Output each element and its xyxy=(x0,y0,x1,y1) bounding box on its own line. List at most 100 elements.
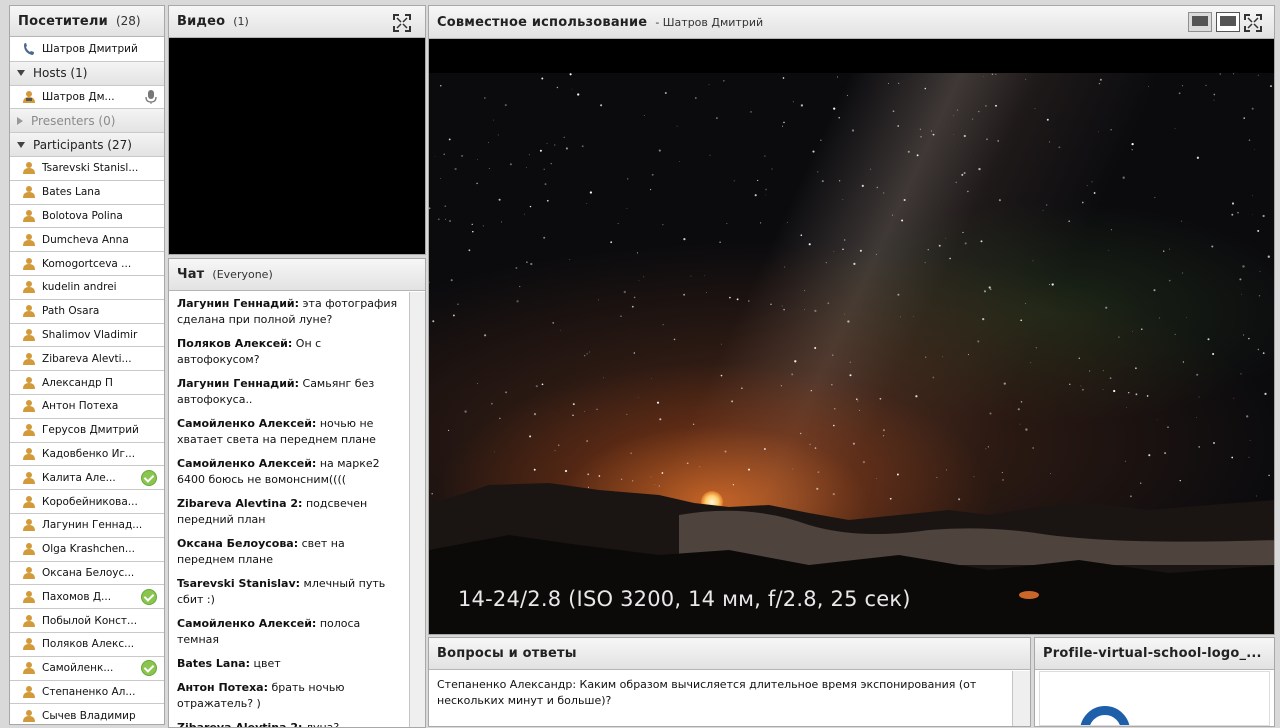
user-icon xyxy=(22,471,36,485)
participant-row[interactable]: Оксана Белоус... xyxy=(10,562,164,586)
shared-screen: 14-24/2.8 (ISO 3200, 14 мм, f/2.8, 25 се… xyxy=(429,40,1274,634)
milky-way-photo: 14-24/2.8 (ISO 3200, 14 мм, f/2.8, 25 се… xyxy=(429,73,1274,634)
participant-row[interactable]: Shalimov Vladimir xyxy=(10,324,164,348)
user-icon xyxy=(22,685,36,699)
chat-message: Самойленко Алексей: ночью не хватает све… xyxy=(177,416,401,448)
current-user-row[interactable]: Шатров Дмитрий xyxy=(10,38,164,62)
participant-name: Герусов Дмитрий xyxy=(42,424,164,436)
participant-name: Калита Але... xyxy=(42,472,141,484)
participant-name: Кадовбенко Иг... xyxy=(42,448,164,460)
user-icon xyxy=(22,209,36,223)
qa-header: Вопросы и ответы xyxy=(429,638,1030,670)
user-icon xyxy=(22,399,36,413)
participant-row[interactable]: Zibareva Alevti... xyxy=(10,347,164,371)
participant-row[interactable]: Александр П xyxy=(10,371,164,395)
user-icon xyxy=(22,542,36,556)
user-icon xyxy=(22,614,36,628)
share-presenter: - Шатров Дмитрий xyxy=(655,16,763,29)
chat-author: Bates Lana: xyxy=(177,657,250,670)
maximize-icon[interactable] xyxy=(1244,14,1262,32)
host-row[interactable]: Шатров Дм... xyxy=(10,86,164,110)
full-view-button[interactable] xyxy=(1216,12,1240,32)
participant-name: Zibareva Alevti... xyxy=(42,353,164,365)
chat-scrollbar[interactable] xyxy=(409,292,425,727)
participant-name: Самойленк... xyxy=(42,662,141,674)
participant-row[interactable]: Антон Потеха xyxy=(10,395,164,419)
participant-row[interactable]: Степаненко Ал... xyxy=(10,681,164,705)
chat-message: Поляков Алексей: Он с автофокусом? xyxy=(177,336,401,368)
participant-row[interactable]: Path Osara xyxy=(10,300,164,324)
participant-row[interactable]: Olga Krashchen... xyxy=(10,538,164,562)
participant-row[interactable]: Bolotova Polina xyxy=(10,205,164,229)
participant-row[interactable]: Герусов Дмитрий xyxy=(10,419,164,443)
participant-row[interactable]: Dumcheva Anna xyxy=(10,228,164,252)
participant-row[interactable]: Bates Lana xyxy=(10,181,164,205)
participant-row[interactable]: Пахомов Д... xyxy=(10,585,164,609)
file-header: Profile-virtual-school-logo_... xyxy=(1035,638,1274,670)
chat-message: Tsarevski Stanislav: млечный путь сбит :… xyxy=(177,576,401,608)
chat-title: Чат xyxy=(177,267,204,282)
fit-view-button[interactable] xyxy=(1188,12,1212,32)
participant-row[interactable]: Кадовбенко Иг... xyxy=(10,443,164,467)
group-participants[interactable]: Participants (27) xyxy=(10,133,164,157)
agree-status-icon xyxy=(141,660,157,676)
user-icon xyxy=(22,566,36,580)
maximize-icon[interactable] xyxy=(393,14,411,32)
user-icon xyxy=(22,495,36,509)
participant-name: Bates Lana xyxy=(42,186,164,198)
video-area xyxy=(169,39,425,254)
agree-status-icon xyxy=(141,470,157,486)
participant-row[interactable]: Сычев Владимир xyxy=(10,704,164,725)
group-presenters-label: Presenters (0) xyxy=(31,114,164,128)
share-title: Совместное использование xyxy=(437,15,647,30)
chat-author: Zibareva Alevtina 2: xyxy=(177,497,302,510)
user-icon xyxy=(22,161,36,175)
participant-row[interactable]: Поляков Алекс... xyxy=(10,633,164,657)
participant-row[interactable]: Побылой Конст... xyxy=(10,609,164,633)
participant-name: Dumcheva Anna xyxy=(42,234,164,246)
participant-row[interactable]: Коробейникова... xyxy=(10,490,164,514)
microphone-icon xyxy=(143,89,159,105)
group-participants-label: Participants (27) xyxy=(33,138,164,152)
chat-author: Zibareva Alevtina 2: xyxy=(177,721,302,727)
qa-question[interactable]: Степаненко Александр: Каким образом вычи… xyxy=(429,671,1012,726)
view-mode-buttons xyxy=(1188,12,1240,32)
participant-name: Александр П xyxy=(42,377,164,389)
chat-message: Bates Lana: цвет xyxy=(177,656,401,672)
participant-row[interactable]: Калита Але... xyxy=(10,466,164,490)
logo-preview xyxy=(1039,671,1270,726)
group-hosts-label: Hosts (1) xyxy=(33,66,164,80)
participant-row[interactable]: Komogortceva ... xyxy=(10,252,164,276)
logo-mark xyxy=(1080,706,1130,726)
qa-pod: Вопросы и ответы Степаненко Александр: К… xyxy=(428,637,1031,727)
chat-author: Антон Потеха: xyxy=(177,681,268,694)
chat-header: Чат (Everyone) xyxy=(169,259,425,291)
user-icon xyxy=(22,709,36,723)
chat-author: Лагунин Геннадий: xyxy=(177,377,299,390)
video-title: Видео xyxy=(177,14,225,29)
participant-name: Лагунин Геннад... xyxy=(42,519,164,531)
participant-row[interactable]: kudelin andrei xyxy=(10,276,164,300)
participant-name: Olga Krashchen... xyxy=(42,543,164,555)
participant-row[interactable]: Tsarevski Stanisl... xyxy=(10,157,164,181)
agree-status-icon xyxy=(141,589,157,605)
chat-author: Самойленко Алексей: xyxy=(177,617,316,630)
qa-scrollbar[interactable] xyxy=(1012,671,1030,726)
attendee-list: Шатров Дмитрий Hosts (1) Шатров Дм... Pr… xyxy=(10,38,164,724)
participant-name: Bolotova Polina xyxy=(42,210,164,222)
participant-name: Оксана Белоус... xyxy=(42,567,164,579)
chat-author: Поляков Алексей: xyxy=(177,337,292,350)
video-pod: Видео (1) xyxy=(168,5,426,255)
group-presenters[interactable]: Presenters (0) xyxy=(10,109,164,133)
participant-row[interactable]: Лагунин Геннад... xyxy=(10,514,164,538)
participant-row[interactable]: Самойленк... xyxy=(10,657,164,681)
chat-message: Самойленко Алексей: полоса темная xyxy=(177,616,401,648)
participant-name: Поляков Алекс... xyxy=(42,638,164,650)
user-icon xyxy=(22,280,36,294)
user-icon xyxy=(22,304,36,318)
group-hosts[interactable]: Hosts (1) xyxy=(10,62,164,86)
file-title: Profile-virtual-school-logo_... xyxy=(1043,646,1262,661)
user-icon xyxy=(22,376,36,390)
video-count: (1) xyxy=(233,15,249,28)
chevron-down-icon xyxy=(17,70,25,76)
